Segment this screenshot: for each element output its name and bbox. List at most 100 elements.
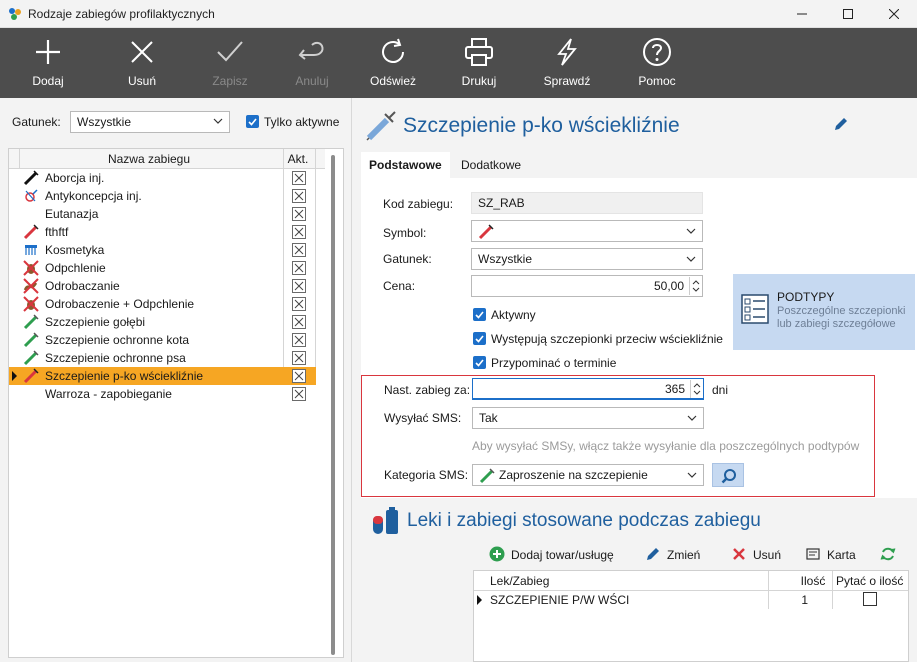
medicines-table: Lek/Zabieg Ilość Pytać o ilość SZCZEPIEN… (473, 570, 909, 662)
list-item-name: Szczepienie ochronne kota (45, 333, 190, 347)
table-row[interactable]: SZCZEPIENIE P/W WŚCI 1 (474, 591, 908, 609)
lightning-icon (557, 38, 577, 66)
sms-hint: Aby wysyłać SMSy, włącz także wysyłanie … (472, 439, 860, 453)
edit-item-button[interactable]: Zmień (645, 546, 709, 564)
price-spinner[interactable] (689, 277, 701, 295)
list-item[interactable]: Warroza - zapobieganie (9, 385, 316, 403)
add-item-button[interactable]: Dodaj towar/usługę (489, 546, 621, 564)
checkmark-icon (475, 311, 484, 319)
edit-icon[interactable] (833, 116, 849, 132)
sms-value: Tak (479, 411, 498, 425)
tab-dodatkowe[interactable]: Dodatkowe (453, 152, 529, 178)
right-pane: Szczepienie p-ko wściekliźnie Podstawowe… (353, 98, 917, 662)
active-checkbox (292, 297, 306, 311)
chevron-down-icon (213, 118, 223, 124)
chevron-down-icon (687, 415, 697, 421)
active-checkbox (292, 189, 306, 203)
add-button[interactable]: Dodaj (8, 28, 88, 98)
list-item-name: Antykoncepcja inj. (45, 189, 142, 203)
price-field[interactable]: 50,00 (471, 275, 703, 297)
species-filter-select[interactable]: Wszystkie (70, 111, 230, 133)
minimize-button[interactable] (779, 0, 825, 28)
active-checkbox (292, 171, 306, 185)
list-item[interactable]: Antykoncepcja inj. (9, 187, 316, 205)
symbol-label: Symbol: (383, 226, 427, 240)
subtypes-button[interactable]: PODTYPY Poszczególne szczepionki lub zab… (733, 274, 915, 350)
tab-podstawowe[interactable]: Podstawowe (361, 152, 450, 178)
list-item[interactable]: Kosmetyka (9, 241, 316, 259)
x-icon (131, 41, 153, 63)
refresh-icon (382, 38, 404, 63)
refresh-green-icon[interactable] (880, 546, 896, 562)
list-item[interactable]: Odrobaczenie + Odpchlenie (9, 295, 316, 313)
only-active-label: Tylko aktywne (264, 115, 340, 129)
medicine-quantity: 1 (801, 593, 808, 607)
medicines-section-title: Leki i zabiegi stosowane podczas zabiegu (407, 510, 761, 531)
card-button[interactable]: Karta (805, 546, 865, 564)
list-item-name: fthftf (45, 225, 69, 239)
check-icon (217, 41, 243, 62)
help-label: Pomoc (638, 74, 676, 88)
symbol-select[interactable] (471, 220, 703, 242)
list-item-name: Kosmetyka (45, 243, 105, 257)
help-button[interactable]: Pomoc (617, 28, 697, 98)
species-label: Gatunek: (383, 252, 432, 266)
next-procedure-spinner[interactable] (690, 380, 702, 398)
chevron-down-icon (686, 228, 696, 234)
price-value: 50,00 (653, 279, 684, 293)
sms-category-select[interactable]: Zaproszenie na szczepienie (472, 464, 704, 486)
list-item[interactable]: Szczepienie gołębi (9, 313, 316, 331)
column-ask-quantity-header[interactable]: Pytać o ilość (836, 571, 903, 591)
list-item[interactable]: Szczepienie ochronne psa (9, 349, 316, 367)
days-unit: dni (712, 383, 729, 397)
list-item[interactable]: Szczepienie ochronne kota (9, 331, 316, 349)
list-item-selected[interactable]: Szczepienie p-ko wściekliźnie (9, 367, 316, 385)
remind-checkbox[interactable] (473, 356, 486, 369)
next-procedure-value: 365 (664, 382, 685, 396)
window-title: Rodzaje zabiegów profilaktycznych (28, 7, 215, 21)
help-icon (643, 38, 671, 66)
delete-item-button[interactable]: Usuń (731, 546, 787, 564)
list-item[interactable]: Aborcja inj. (9, 169, 316, 187)
checkmark-icon (475, 335, 484, 343)
syringe-green-icon (479, 468, 495, 484)
check-button[interactable]: Sprawdź (527, 28, 607, 98)
syringe-header-icon (366, 111, 396, 141)
rabies-vaccines-checkbox[interactable] (473, 332, 486, 345)
main-toolbar: Dodaj Usuń Zapisz Anuluj Odśwież Drukuj … (0, 28, 917, 98)
plus-icon (36, 40, 60, 64)
next-procedure-field[interactable]: 365 (472, 378, 704, 400)
close-button[interactable] (871, 0, 917, 28)
only-active-checkbox[interactable] (246, 115, 259, 128)
list-item[interactable]: Eutanazja (9, 205, 316, 223)
ask-quantity-checkbox[interactable] (863, 592, 877, 606)
list-item[interactable]: Odrobaczanie (9, 277, 316, 295)
sms-select[interactable]: Tak (472, 407, 704, 429)
syringe-red-icon (23, 224, 39, 240)
medicine-icon (373, 507, 398, 534)
search-icon (721, 469, 736, 484)
column-quantity-header[interactable]: Ilość (792, 571, 834, 591)
list-header: Nazwa zabiegu Akt. (9, 149, 325, 169)
save-button[interactable]: Zapisz (190, 28, 270, 98)
active-checkbox[interactable] (473, 308, 486, 321)
code-label: Kod zabiegu: (383, 197, 454, 211)
title-bar: Rodzaje zabiegów profilaktycznych (0, 0, 917, 28)
column-name-header[interactable]: Nazwa zabiegu (19, 152, 279, 166)
list-item[interactable]: fthftf (9, 223, 316, 241)
column-medicine-header[interactable]: Lek/Zabieg (490, 571, 549, 591)
delete-button[interactable]: Usuń (102, 28, 182, 98)
species-select[interactable]: Wszystkie (471, 248, 703, 270)
checkmark-icon (248, 118, 257, 126)
refresh-button[interactable]: Odśwież (353, 28, 433, 98)
sms-label: Wysyłać SMS: (384, 411, 462, 425)
row-pointer-icon (477, 595, 482, 605)
column-active-header[interactable]: Akt. (281, 152, 315, 166)
cancel-button[interactable]: Anuluj (272, 28, 352, 98)
list-item[interactable]: Odpchlenie (9, 259, 316, 277)
print-button[interactable]: Drukuj (439, 28, 519, 98)
maximize-button[interactable] (825, 0, 871, 28)
list-scrollbar[interactable] (331, 155, 335, 655)
code-field[interactable]: SZ_RAB (471, 192, 703, 214)
sms-category-search-button[interactable] (712, 463, 744, 487)
